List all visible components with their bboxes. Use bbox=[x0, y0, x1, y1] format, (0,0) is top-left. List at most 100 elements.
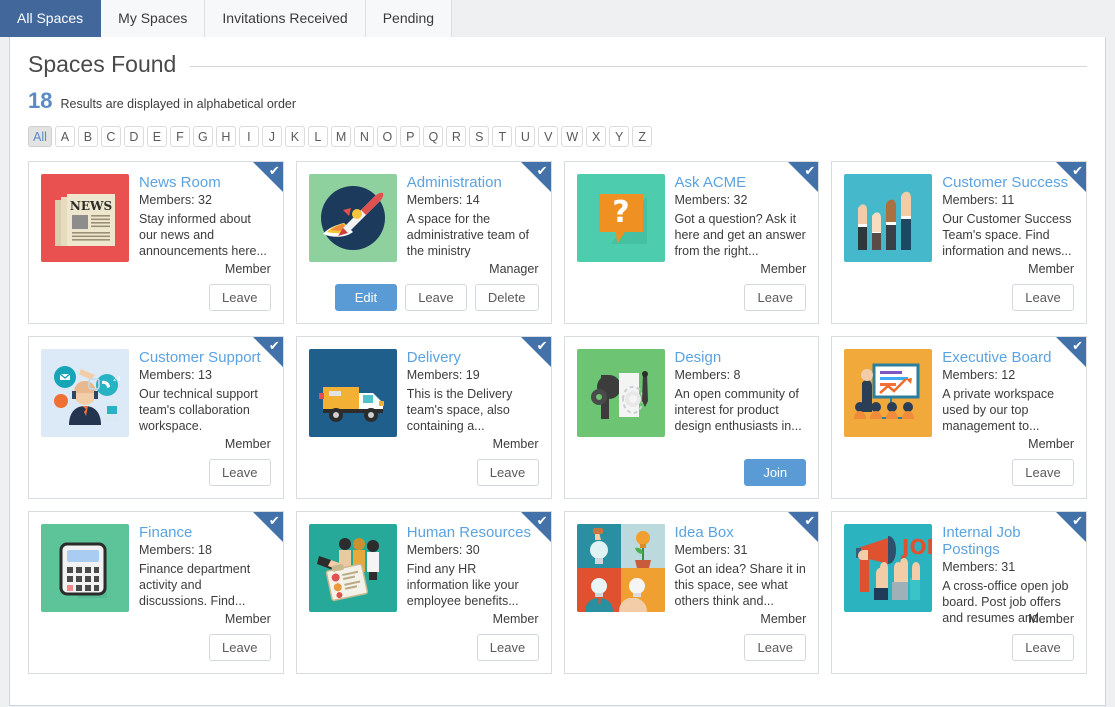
alpha-filter-z[interactable]: Z bbox=[632, 126, 652, 147]
tab-pending[interactable]: Pending bbox=[366, 0, 452, 37]
member-count: Members: 14 bbox=[407, 192, 539, 208]
space-title-link[interactable]: Delivery bbox=[407, 349, 539, 366]
alpha-filter-k[interactable]: K bbox=[285, 126, 305, 147]
alpha-filter-a[interactable]: A bbox=[55, 126, 75, 147]
leave-button[interactable]: Leave bbox=[1012, 284, 1074, 311]
card-body: DesignMembers: 8An open community of int… bbox=[577, 349, 807, 437]
leave-button[interactable]: Leave bbox=[477, 634, 539, 661]
leave-button[interactable]: Leave bbox=[405, 284, 467, 311]
leave-button[interactable]: Leave bbox=[744, 284, 806, 311]
space-title-link[interactable]: Finance bbox=[139, 524, 271, 541]
space-title-link[interactable]: Customer Support bbox=[139, 349, 271, 366]
member-count: Members: 32 bbox=[139, 192, 271, 208]
space-description: Find any HR information like your employ… bbox=[407, 561, 539, 609]
card-body: Human ResourcesMembers: 30 Find any HR in… bbox=[309, 524, 539, 612]
alpha-filter-u[interactable]: U bbox=[515, 126, 535, 147]
svg-text:?: ? bbox=[612, 195, 629, 230]
alpha-filter-t[interactable]: T bbox=[492, 126, 512, 147]
tab-my-spaces[interactable]: My Spaces bbox=[101, 0, 205, 37]
rocket-icon bbox=[309, 174, 397, 262]
card-text: FinanceMembers: 18Finance department act… bbox=[139, 524, 271, 612]
card-actions: Leave bbox=[744, 634, 806, 661]
leave-button[interactable]: Leave bbox=[209, 634, 271, 661]
role-label: Member bbox=[225, 262, 271, 276]
member-count: Members: 30 bbox=[407, 542, 539, 558]
alpha-filter-g[interactable]: G bbox=[193, 126, 213, 147]
svg-text:24: 24 bbox=[113, 376, 121, 383]
card-text: Idea BoxMembers: 31Got an idea? Share it… bbox=[675, 524, 807, 612]
card-text: Customer SuccessMembers: 11Our Customer … bbox=[942, 174, 1074, 262]
space-title-link[interactable]: News Room bbox=[139, 174, 271, 191]
card-text: Customer SupportMembers: 13Our technical… bbox=[139, 349, 271, 437]
alpha-filter-x[interactable]: X bbox=[586, 126, 606, 147]
card-actions: Leave bbox=[209, 284, 271, 311]
space-description: A private workspace used by our top mana… bbox=[942, 386, 1074, 434]
leave-button[interactable]: Leave bbox=[1012, 459, 1074, 486]
space-title-link[interactable]: Customer Success bbox=[942, 174, 1074, 191]
alpha-filter-r[interactable]: R bbox=[446, 126, 466, 147]
results-text: Results are displayed in alphabetical or… bbox=[60, 97, 296, 111]
spaces-grid: ✔ NEWSNews RoomMembers: 32Stay informed a… bbox=[28, 161, 1087, 674]
alpha-filter-i[interactable]: I bbox=[239, 126, 259, 147]
leave-button[interactable]: Leave bbox=[1012, 634, 1074, 661]
leave-button[interactable]: Leave bbox=[744, 634, 806, 661]
member-count: Members: 12 bbox=[942, 367, 1074, 383]
space-card: ✔DeliveryMembers: 19This is the Delivery… bbox=[296, 336, 552, 499]
alphabet-filter: AllABCDEFGHIJKLMNOPQRSTUVWXYZ bbox=[28, 126, 1087, 147]
card-body: NEWSNews RoomMembers: 32Stay informed ab… bbox=[41, 174, 271, 262]
spaces-panel: Spaces Found 18 Results are displayed in… bbox=[9, 37, 1106, 706]
card-actions: Leave bbox=[209, 459, 271, 486]
space-title-link[interactable]: Executive Board bbox=[942, 349, 1074, 366]
space-title-link[interactable]: Human Resources bbox=[407, 524, 539, 541]
alpha-filter-q[interactable]: Q bbox=[423, 126, 443, 147]
space-title-link[interactable]: Design bbox=[675, 349, 807, 366]
join-button[interactable]: Join bbox=[744, 459, 806, 486]
space-description: Finance department activity and discussi… bbox=[139, 561, 271, 609]
alpha-filter-n[interactable]: N bbox=[354, 126, 374, 147]
check-icon: ✔ bbox=[269, 514, 280, 527]
results-count: 18 bbox=[28, 88, 52, 114]
space-card: ✔Customer SuccessMembers: 11Our Customer… bbox=[831, 161, 1087, 324]
check-icon: ✔ bbox=[804, 514, 815, 527]
leave-button[interactable]: Leave bbox=[477, 459, 539, 486]
tab-bar: All Spaces My Spaces Invitations Receive… bbox=[0, 0, 1115, 37]
alpha-filter-f[interactable]: F bbox=[170, 126, 190, 147]
alpha-filter-m[interactable]: M bbox=[331, 126, 351, 147]
alpha-filter-o[interactable]: O bbox=[377, 126, 397, 147]
alpha-filter-all[interactable]: All bbox=[28, 126, 52, 147]
alpha-filter-v[interactable]: V bbox=[538, 126, 558, 147]
tab-invitations-received[interactable]: Invitations Received bbox=[205, 0, 365, 37]
alpha-filter-b[interactable]: B bbox=[78, 126, 98, 147]
alpha-filter-s[interactable]: S bbox=[469, 126, 489, 147]
alpha-filter-j[interactable]: J bbox=[262, 126, 282, 147]
space-description: Got a question? Ask it here and get an a… bbox=[675, 211, 807, 259]
thumbs-up-icon bbox=[844, 174, 932, 262]
edit-button[interactable]: Edit bbox=[335, 284, 397, 311]
alpha-filter-e[interactable]: E bbox=[147, 126, 167, 147]
alpha-filter-h[interactable]: H bbox=[216, 126, 236, 147]
headset-agent-icon: 24 bbox=[41, 349, 129, 437]
space-title-link[interactable]: Administration bbox=[407, 174, 539, 191]
card-text: AdministrationMembers: 14A space for the… bbox=[407, 174, 539, 262]
space-title-link[interactable]: Idea Box bbox=[675, 524, 807, 541]
tab-all-spaces[interactable]: All Spaces bbox=[0, 0, 101, 37]
card-text: DesignMembers: 8An open community of int… bbox=[675, 349, 807, 437]
delete-button[interactable]: Delete bbox=[475, 284, 539, 311]
leave-button[interactable]: Leave bbox=[209, 459, 271, 486]
space-card: ✔NEWSNews RoomMembers: 32Stay informed a… bbox=[28, 161, 284, 324]
alpha-filter-w[interactable]: W bbox=[561, 126, 583, 147]
check-icon: ✔ bbox=[537, 514, 548, 527]
card-actions: Join bbox=[744, 459, 806, 486]
space-title-link[interactable]: Ask ACME bbox=[675, 174, 807, 191]
leave-button[interactable]: Leave bbox=[209, 284, 271, 311]
space-title-link[interactable]: Internal Job Postings bbox=[942, 524, 1074, 558]
alpha-filter-d[interactable]: D bbox=[124, 126, 144, 147]
check-icon: ✔ bbox=[269, 339, 280, 352]
space-description: An open community of interest for produc… bbox=[675, 386, 807, 434]
card-actions: Leave bbox=[1012, 634, 1074, 661]
alpha-filter-l[interactable]: L bbox=[308, 126, 328, 147]
alpha-filter-c[interactable]: C bbox=[101, 126, 121, 147]
alpha-filter-p[interactable]: P bbox=[400, 126, 420, 147]
alpha-filter-y[interactable]: Y bbox=[609, 126, 629, 147]
card-body: DeliveryMembers: 19This is the Delivery … bbox=[309, 349, 539, 437]
